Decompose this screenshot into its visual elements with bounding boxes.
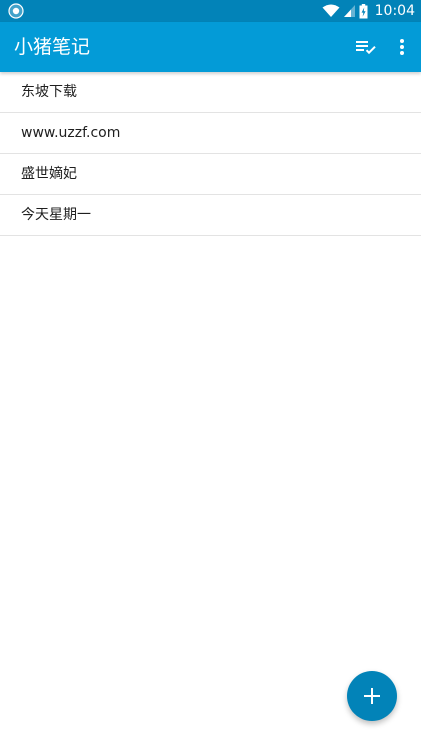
wifi-icon [322, 4, 340, 17]
app-notification-icon [8, 3, 24, 19]
add-icon [364, 688, 380, 704]
sort-icon[interactable] [354, 35, 378, 59]
cell-signal-icon [343, 5, 355, 17]
app-title: 小猪笔记 [14, 36, 91, 58]
status-time: 10:04 [374, 3, 415, 19]
battery-charging-icon [359, 3, 368, 18]
note-list: 东坡下载 www.uzzf.com 盛世嫡妃 今天星期一 [0, 72, 421, 236]
add-note-button[interactable] [347, 671, 397, 721]
status-icons: 10:04 [322, 0, 415, 22]
note-item[interactable]: www.uzzf.com [0, 113, 421, 154]
more-vert-icon[interactable] [390, 35, 414, 59]
app-bar: 小猪笔记 [0, 22, 421, 72]
note-item[interactable]: 盛世嫡妃 [0, 154, 421, 195]
status-bar: 10:04 [0, 0, 421, 22]
note-item[interactable]: 东坡下载 [0, 72, 421, 113]
note-item[interactable]: 今天星期一 [0, 195, 421, 236]
notes-screen: 10:04 小猪笔记 东坡下载 www.uzzf.com 盛世嫡妃 今天星期一 [0, 0, 421, 750]
